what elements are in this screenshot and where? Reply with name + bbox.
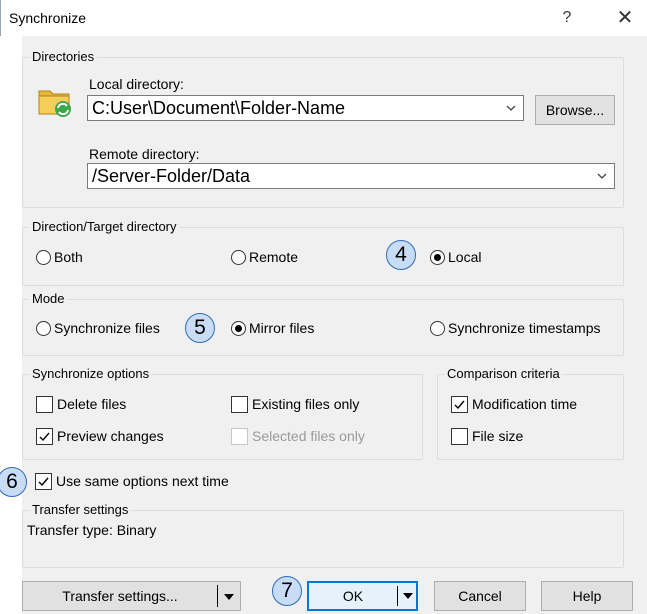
chevron-down-icon[interactable] (499, 96, 523, 120)
checkmark-icon (451, 395, 468, 413)
selected-files-only-label: Selected files only (252, 428, 365, 444)
browse-button[interactable]: Browse... (535, 95, 615, 125)
mode-mirror-files-radio[interactable]: Mirror files (231, 319, 314, 337)
selected-files-only-checkbox[interactable]: Selected files only (231, 427, 365, 445)
direction-local-radio[interactable]: Local (430, 248, 481, 266)
ok-button-label: OK (342, 588, 364, 604)
radio-icon (231, 249, 246, 265)
checkbox-icon (451, 427, 468, 445)
comparison-legend: Comparison criteria (444, 366, 563, 381)
chevron-down-icon[interactable] (224, 594, 234, 600)
mode-mirror-files-label: Mirror files (249, 320, 315, 336)
transfer-settings-button[interactable]: Transfer settings... (22, 581, 241, 611)
ok-button[interactable]: OK (307, 581, 418, 611)
direction-legend: Direction/Target directory (29, 219, 180, 234)
directories-group: Directories Local directory: C:User\Docu… (22, 49, 624, 208)
radio-selected-icon (231, 320, 246, 336)
remote-directory-label: Remote directory: (89, 146, 200, 162)
preview-changes-checkbox[interactable]: Preview changes (36, 427, 164, 445)
help-button[interactable]: Help (541, 581, 633, 611)
radio-icon (430, 320, 445, 336)
cancel-button[interactable]: Cancel (434, 581, 526, 611)
mode-synchronize-timestamps-label: Synchronize timestamps (448, 320, 601, 336)
folder-sync-icon (37, 83, 73, 119)
mode-group: Mode Synchronize files Mirror files Sync… (22, 291, 624, 356)
local-directory-combo[interactable]: C:User\Document\Folder-Name (87, 95, 524, 121)
chevron-down-icon[interactable] (590, 164, 614, 188)
use-same-options-checkbox[interactable]: Use same options next time (35, 472, 229, 490)
checkbox-icon (36, 395, 53, 413)
help-icon[interactable]: ? (547, 4, 587, 32)
direction-local-label: Local (448, 249, 482, 265)
direction-remote-radio[interactable]: Remote (231, 248, 298, 266)
mode-synchronize-files-radio[interactable]: Synchronize files (36, 319, 160, 337)
transfer-settings-button-label: Transfer settings... (62, 588, 178, 604)
use-same-options-label: Use same options next time (56, 473, 229, 489)
preview-changes-label: Preview changes (57, 428, 164, 444)
radio-selected-icon (430, 249, 445, 265)
checkmark-icon (36, 427, 53, 445)
transfer-type-text: Transfer type: Binary (27, 522, 157, 538)
transfer-settings-group: Transfer settings Transfer type: Binary (22, 502, 624, 568)
radio-icon (36, 249, 51, 265)
direction-remote-label: Remote (249, 249, 299, 265)
callout-badge-4: 4 (386, 240, 416, 270)
mode-legend: Mode (29, 291, 68, 306)
callout-badge-7: 7 (272, 576, 302, 606)
transfer-settings-legend: Transfer settings (29, 502, 132, 517)
checkbox-icon (231, 427, 248, 445)
mode-synchronize-timestamps-radio[interactable]: Synchronize timestamps (430, 319, 601, 337)
remote-directory-value: /Server-Folder/Data (92, 166, 251, 186)
file-size-checkbox[interactable]: File size (451, 427, 523, 445)
title-bar: Synchronize ? ✕ (0, 0, 647, 36)
direction-both-radio[interactable]: Both (36, 248, 83, 266)
callout-badge-5: 5 (185, 313, 215, 343)
delete-files-label: Delete files (57, 396, 127, 412)
remote-directory-combo[interactable]: /Server-Folder/Data (87, 163, 615, 189)
direction-group: Direction/Target directory Both Remote L… (22, 219, 624, 286)
local-directory-value: C:User\Document\Folder-Name (92, 98, 346, 118)
existing-files-only-label: Existing files only (252, 396, 360, 412)
delete-files-checkbox[interactable]: Delete files (36, 395, 126, 413)
dialog-body: Directories Local directory: C:User\Docu… (22, 36, 647, 614)
directories-legend: Directories (29, 49, 98, 64)
modification-time-checkbox[interactable]: Modification time (451, 395, 577, 413)
local-directory-label: Local directory: (89, 76, 184, 92)
chevron-down-icon[interactable] (403, 593, 413, 599)
existing-files-only-checkbox[interactable]: Existing files only (231, 395, 359, 413)
window-title: Synchronize (9, 10, 87, 26)
split-separator (217, 585, 218, 607)
sync-options-group: Synchronize options Delete files Existin… (22, 366, 423, 460)
mode-synchronize-files-label: Synchronize files (54, 320, 160, 336)
file-size-label: File size (472, 428, 524, 444)
modification-time-label: Modification time (472, 396, 578, 412)
split-separator (397, 586, 398, 606)
radio-icon (36, 320, 51, 336)
direction-both-label: Both (54, 249, 83, 265)
close-icon[interactable]: ✕ (605, 4, 645, 32)
sync-options-legend: Synchronize options (29, 366, 153, 381)
checkbox-icon (231, 395, 248, 413)
checkmark-icon (35, 472, 52, 490)
comparison-group: Comparison criteria Modification time Fi… (437, 366, 624, 460)
